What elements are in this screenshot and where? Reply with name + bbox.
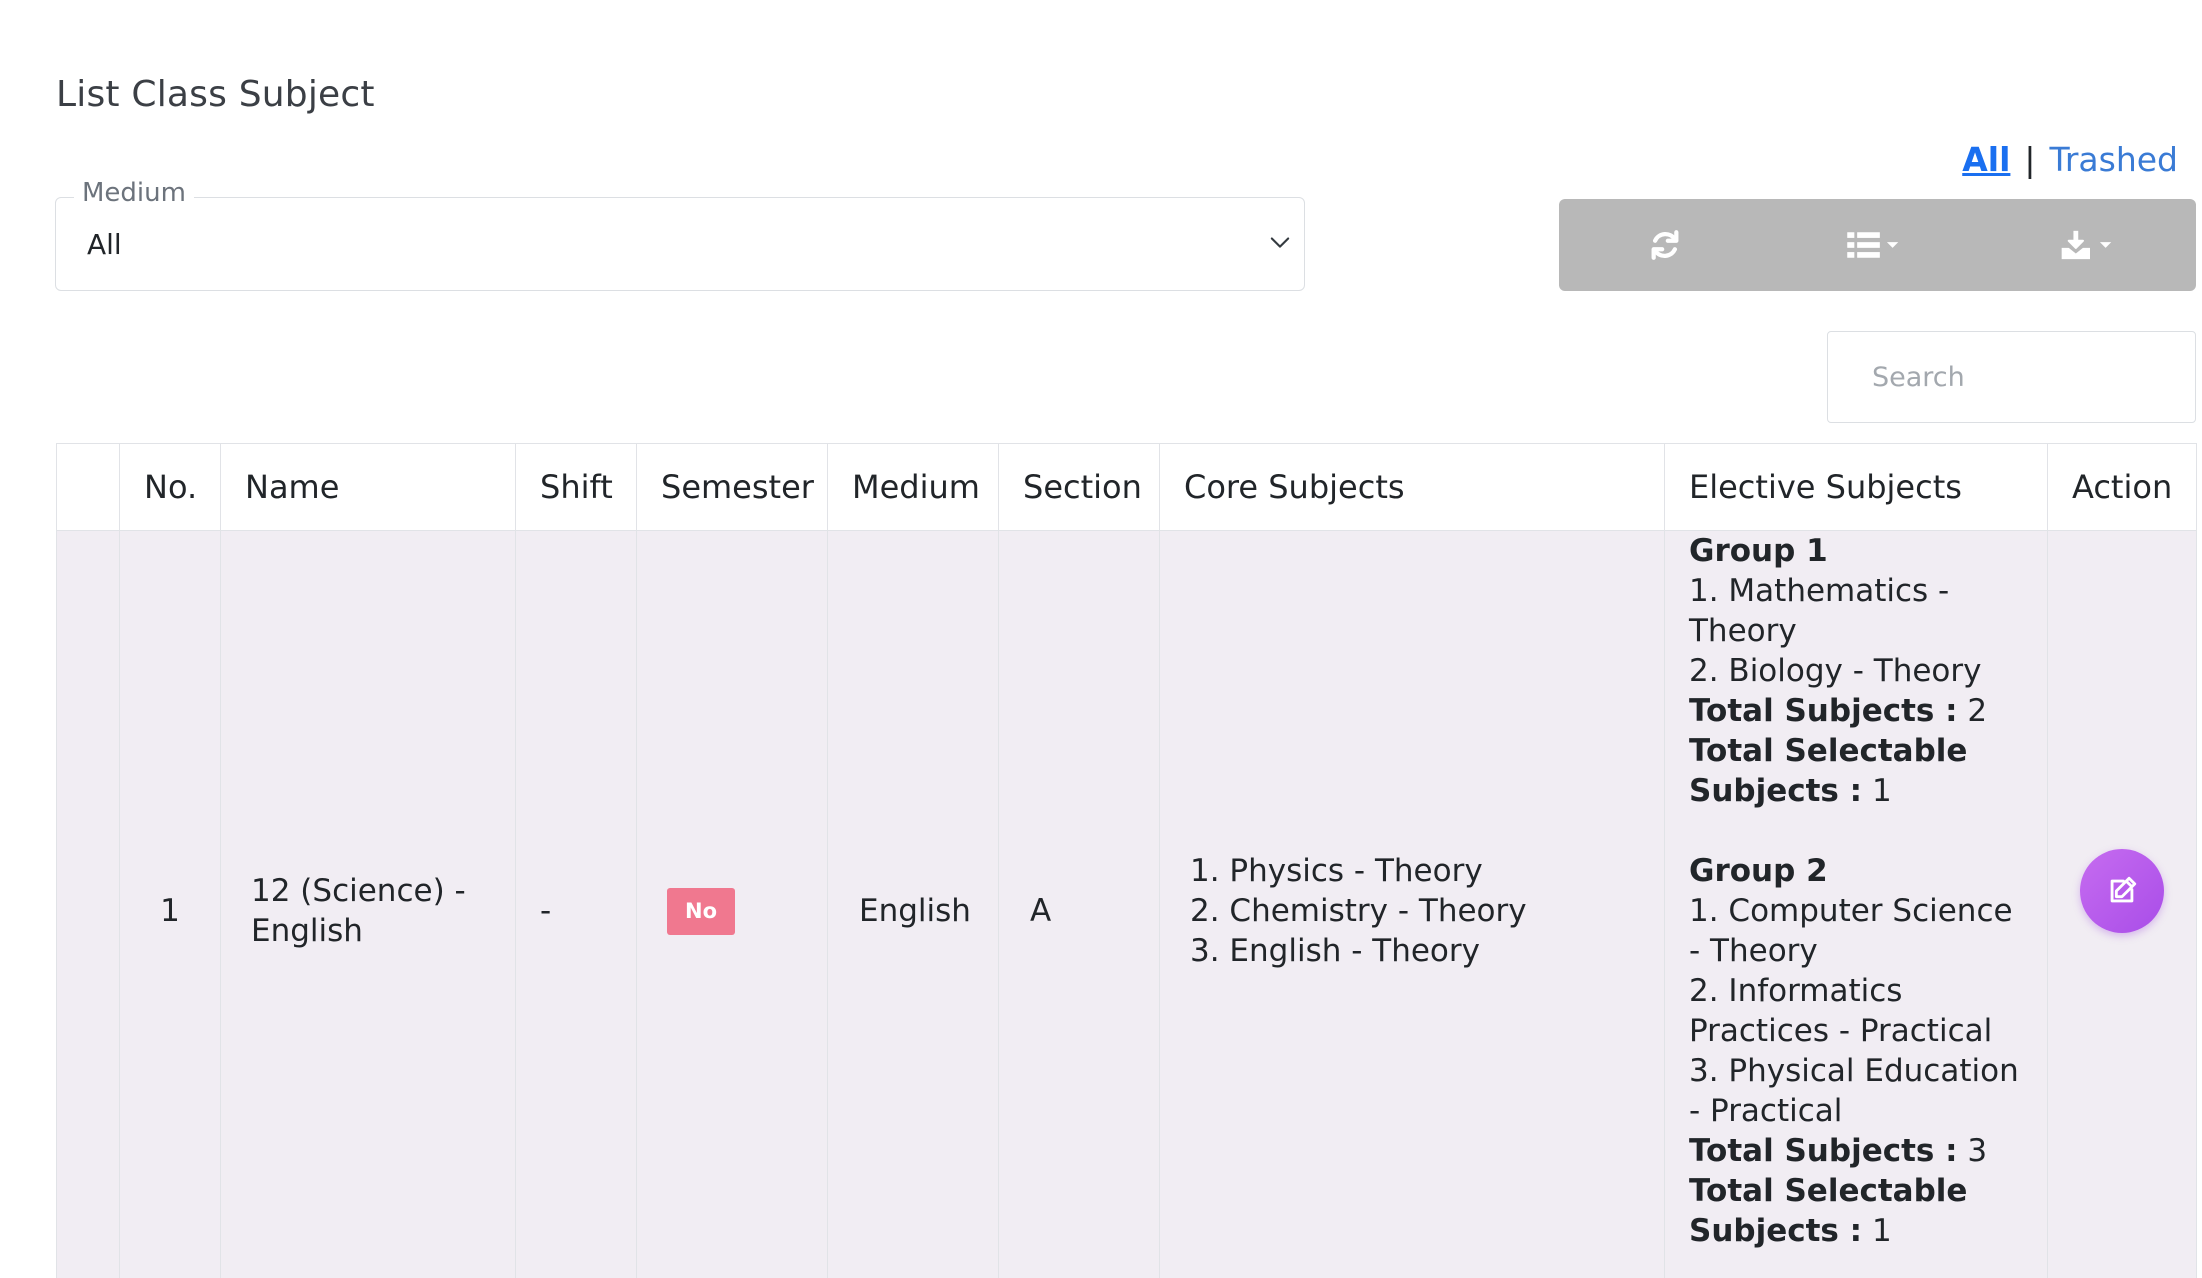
- all-link[interactable]: All: [1962, 140, 2010, 179]
- select-header: [56, 443, 120, 531]
- total-selectable-label: Total Selectable Subjects :: [1689, 733, 1968, 809]
- header-action: Action: [2047, 443, 2197, 531]
- total-subjects-value: 2: [1967, 693, 1988, 729]
- edit-icon: [2110, 876, 2137, 903]
- columns-toggle-button[interactable]: [1771, 199, 1983, 291]
- header-no[interactable]: No.: [119, 443, 221, 531]
- total-subjects-label: Total Subjects :: [1689, 1133, 1958, 1169]
- elective-group: Group 2 1. Computer Science - Theory 2. …: [1689, 851, 2023, 1251]
- trashed-link[interactable]: Trashed: [2050, 140, 2178, 179]
- view-links: All | Trashed: [1962, 140, 2178, 179]
- row-medium: English: [827, 530, 999, 1278]
- header-elective-subjects[interactable]: Elective Subjects: [1664, 443, 2048, 531]
- core-subject-list: 1. Physics - Theory 2. Chemistry - Theor…: [1190, 851, 1640, 971]
- class-subject-table: No. Name Shift Semester Medium Section C…: [56, 443, 2197, 1278]
- page-title: List Class Subject: [56, 74, 375, 115]
- chevron-down-icon: [1270, 237, 1290, 248]
- elective-group: Group 1 1. Mathematics - Theory 2. Biolo…: [1689, 531, 2023, 811]
- table-toolbar: [1559, 199, 2196, 291]
- row-action: [2047, 530, 2197, 1278]
- columns-list-icon: [1847, 232, 1899, 258]
- medium-select[interactable]: Medium All: [55, 178, 1305, 291]
- row-core-subjects: 1. Physics - Theory 2. Chemistry - Theor…: [1159, 530, 1665, 1278]
- edit-button[interactable]: [2080, 849, 2164, 933]
- row-shift: -: [515, 530, 637, 1278]
- header-section[interactable]: Section: [998, 443, 1160, 531]
- core-subject-item: 2. Chemistry - Theory: [1190, 893, 1527, 929]
- total-subjects: Total Subjects : 2: [1689, 691, 2023, 731]
- table-row[interactable]: 1 12 (Science) - English - No English A …: [56, 530, 2197, 1278]
- elective-group-title: Group 1: [1689, 533, 1828, 569]
- medium-select-label: Medium: [74, 178, 194, 208]
- refresh-icon: [1651, 230, 1679, 260]
- elective-group-title: Group 2: [1689, 853, 1828, 889]
- refresh-button[interactable]: [1559, 199, 1771, 291]
- core-subject-item: 1. Physics - Theory: [1190, 853, 1483, 889]
- page: List Class Subject All | Trashed Medium Al…: [0, 0, 2202, 1278]
- header-core-subjects[interactable]: Core Subjects: [1159, 443, 1665, 531]
- elective-subject-item: 2. Biology - Theory: [1689, 653, 1982, 689]
- row-name: 12 (Science) - English: [220, 530, 516, 1278]
- core-subject-item: 3. English - Theory: [1190, 933, 1480, 969]
- header-semester[interactable]: Semester: [636, 443, 828, 531]
- total-subjects-label: Total Subjects :: [1689, 693, 1958, 729]
- total-subjects: Total Subjects : 3: [1689, 1131, 2023, 1171]
- export-button[interactable]: [1984, 199, 2196, 291]
- semester-badge: No: [667, 887, 736, 935]
- medium-select-value: All: [87, 228, 122, 261]
- elective-subject-item: 3. Physical Education - Practical: [1689, 1053, 2019, 1129]
- total-selectable-subjects: Total Selectable Subjects : 1: [1689, 731, 2023, 811]
- elective-subject-item: 2. Informatics Practices - Practical: [1689, 973, 1993, 1049]
- view-links-separator: |: [2024, 140, 2036, 179]
- header-name[interactable]: Name: [220, 443, 516, 531]
- total-selectable-value: 1: [1871, 773, 1892, 809]
- table-header-row: No. Name Shift Semester Medium Section C…: [56, 443, 2197, 531]
- total-selectable-subjects: Total Selectable Subjects : 1: [1689, 1171, 2023, 1251]
- header-shift[interactable]: Shift: [515, 443, 637, 531]
- row-semester: No: [636, 530, 828, 1278]
- total-selectable-label: Total Selectable Subjects :: [1689, 1173, 1968, 1249]
- total-selectable-value: 1: [1871, 1213, 1892, 1249]
- search-input[interactable]: [1827, 331, 2196, 423]
- elective-subject-item: 1. Computer Science - Theory: [1689, 893, 2013, 969]
- total-subjects-value: 3: [1967, 1133, 1988, 1169]
- row-section: A: [998, 530, 1160, 1278]
- row-select-cell[interactable]: [56, 530, 120, 1278]
- row-no: 1: [119, 530, 221, 1278]
- download-icon: [2061, 230, 2112, 260]
- elective-subject-item: 1. Mathematics - Theory: [1689, 573, 1950, 649]
- row-elective-subjects: Group 1 1. Mathematics - Theory 2. Biolo…: [1664, 530, 2048, 1278]
- header-medium[interactable]: Medium: [827, 443, 999, 531]
